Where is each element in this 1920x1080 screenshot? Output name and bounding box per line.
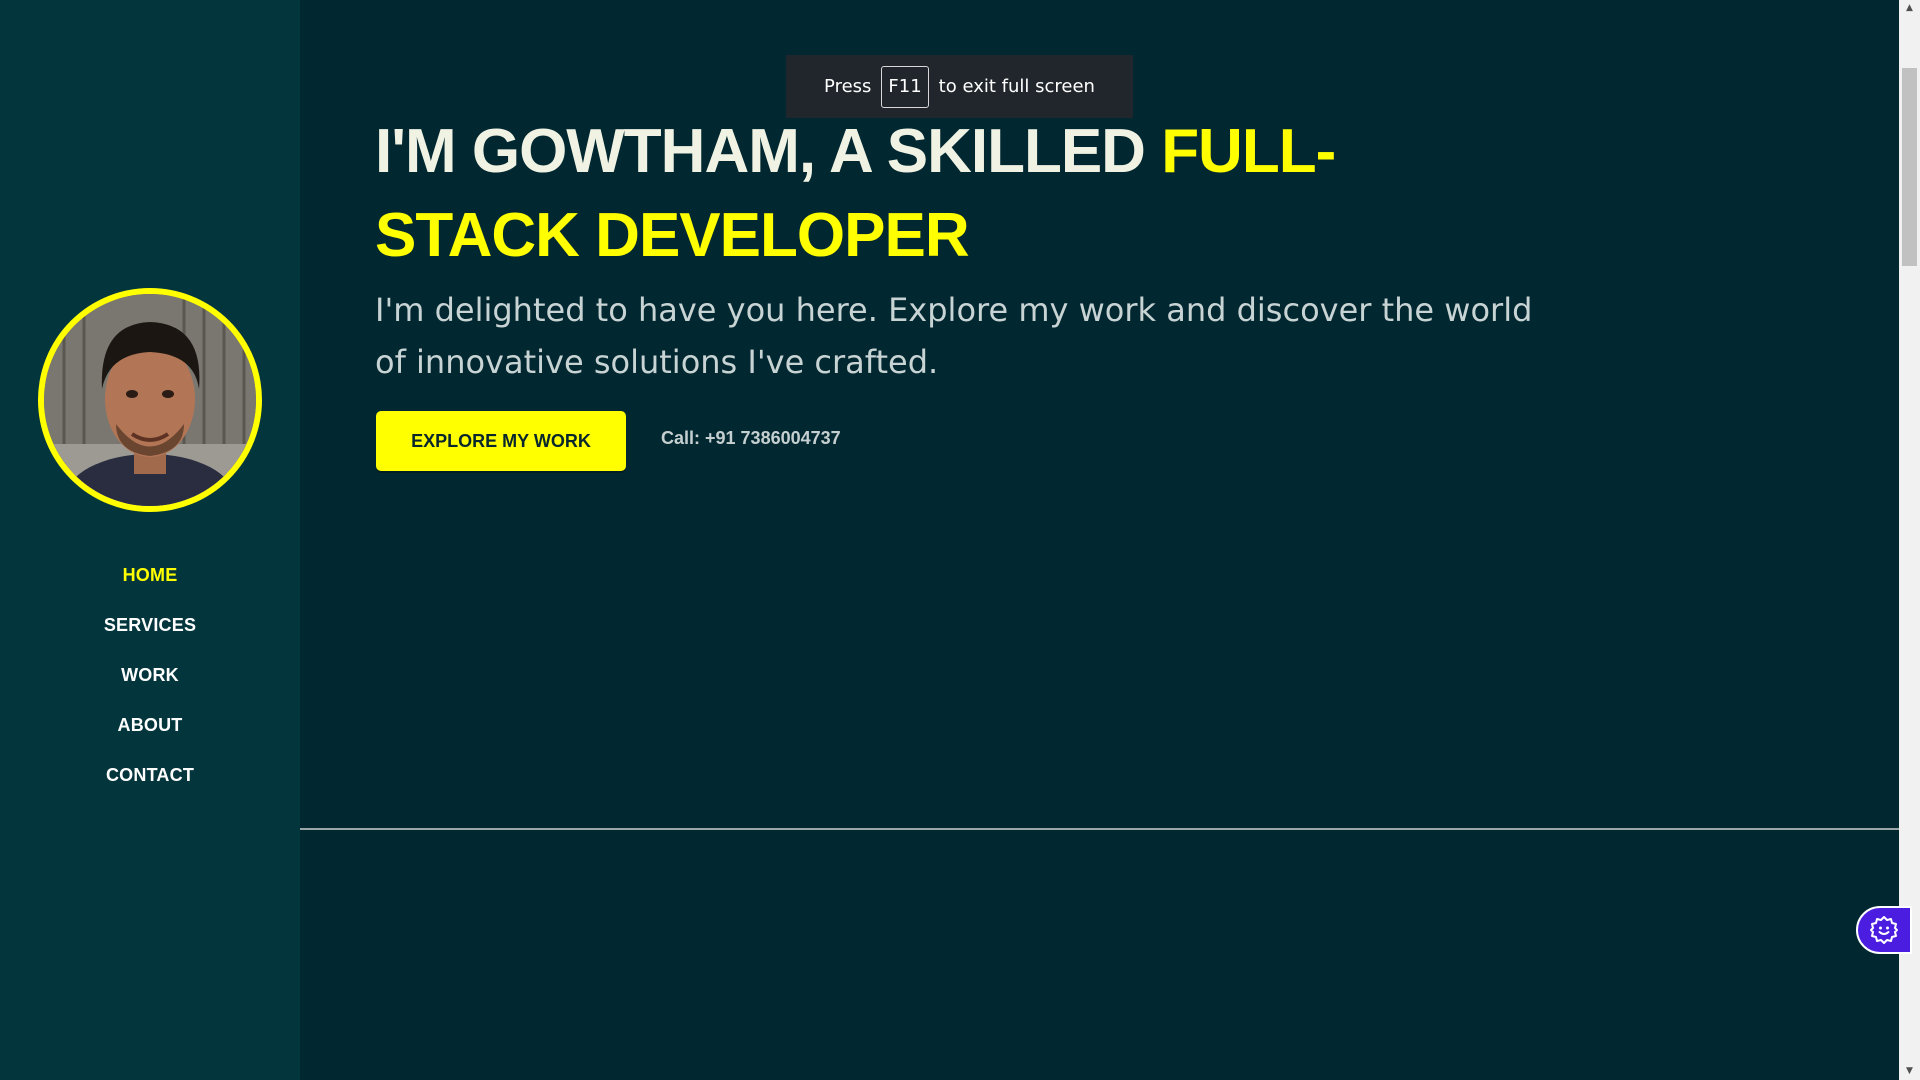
nav-item-about[interactable]: ABOUT: [0, 705, 300, 755]
call-link[interactable]: Call: +91 7386004737: [661, 428, 841, 449]
profile-photo: [44, 294, 256, 506]
fullscreen-notice-after: to exit full screen: [938, 76, 1095, 97]
nav-item-services[interactable]: SERVICES: [0, 605, 300, 655]
fullscreen-notice: Press F11 to exit full screen: [786, 55, 1133, 118]
scroll-up-arrow-icon[interactable]: ▲: [1899, 0, 1920, 17]
explore-work-button[interactable]: EXPLORE MY WORK: [376, 411, 626, 471]
sidebar: HOME SERVICES WORK ABOUT CONTACT: [0, 0, 300, 1080]
fullscreen-notice-before: Press: [824, 76, 872, 97]
settings-widget-button[interactable]: [1856, 906, 1912, 954]
nav-item-work[interactable]: WORK: [0, 655, 300, 705]
hero-headline: I'M GOWTHAM, A SKILLED FULL-STACK DEVELO…: [375, 110, 1425, 278]
avatar: [38, 288, 262, 512]
sidebar-nav: HOME SERVICES WORK ABOUT CONTACT: [0, 555, 300, 805]
scroll-thumb[interactable]: [1902, 68, 1917, 266]
gear-smile-icon: [1870, 916, 1898, 944]
nav-item-home[interactable]: HOME: [0, 555, 300, 605]
nav-item-contact[interactable]: CONTACT: [0, 755, 300, 805]
main-content: I'M GOWTHAM, A SKILLED FULL-STACK DEVELO…: [300, 0, 1899, 1080]
hero-subtext: I'm delighted to have you here. Explore …: [375, 291, 1533, 381]
scroll-down-arrow-icon[interactable]: ▼: [1899, 1063, 1920, 1080]
section-divider: [300, 828, 1899, 830]
fullscreen-key: F11: [881, 65, 929, 108]
headline-plain: I'M GOWTHAM, A SKILLED: [375, 117, 1162, 186]
